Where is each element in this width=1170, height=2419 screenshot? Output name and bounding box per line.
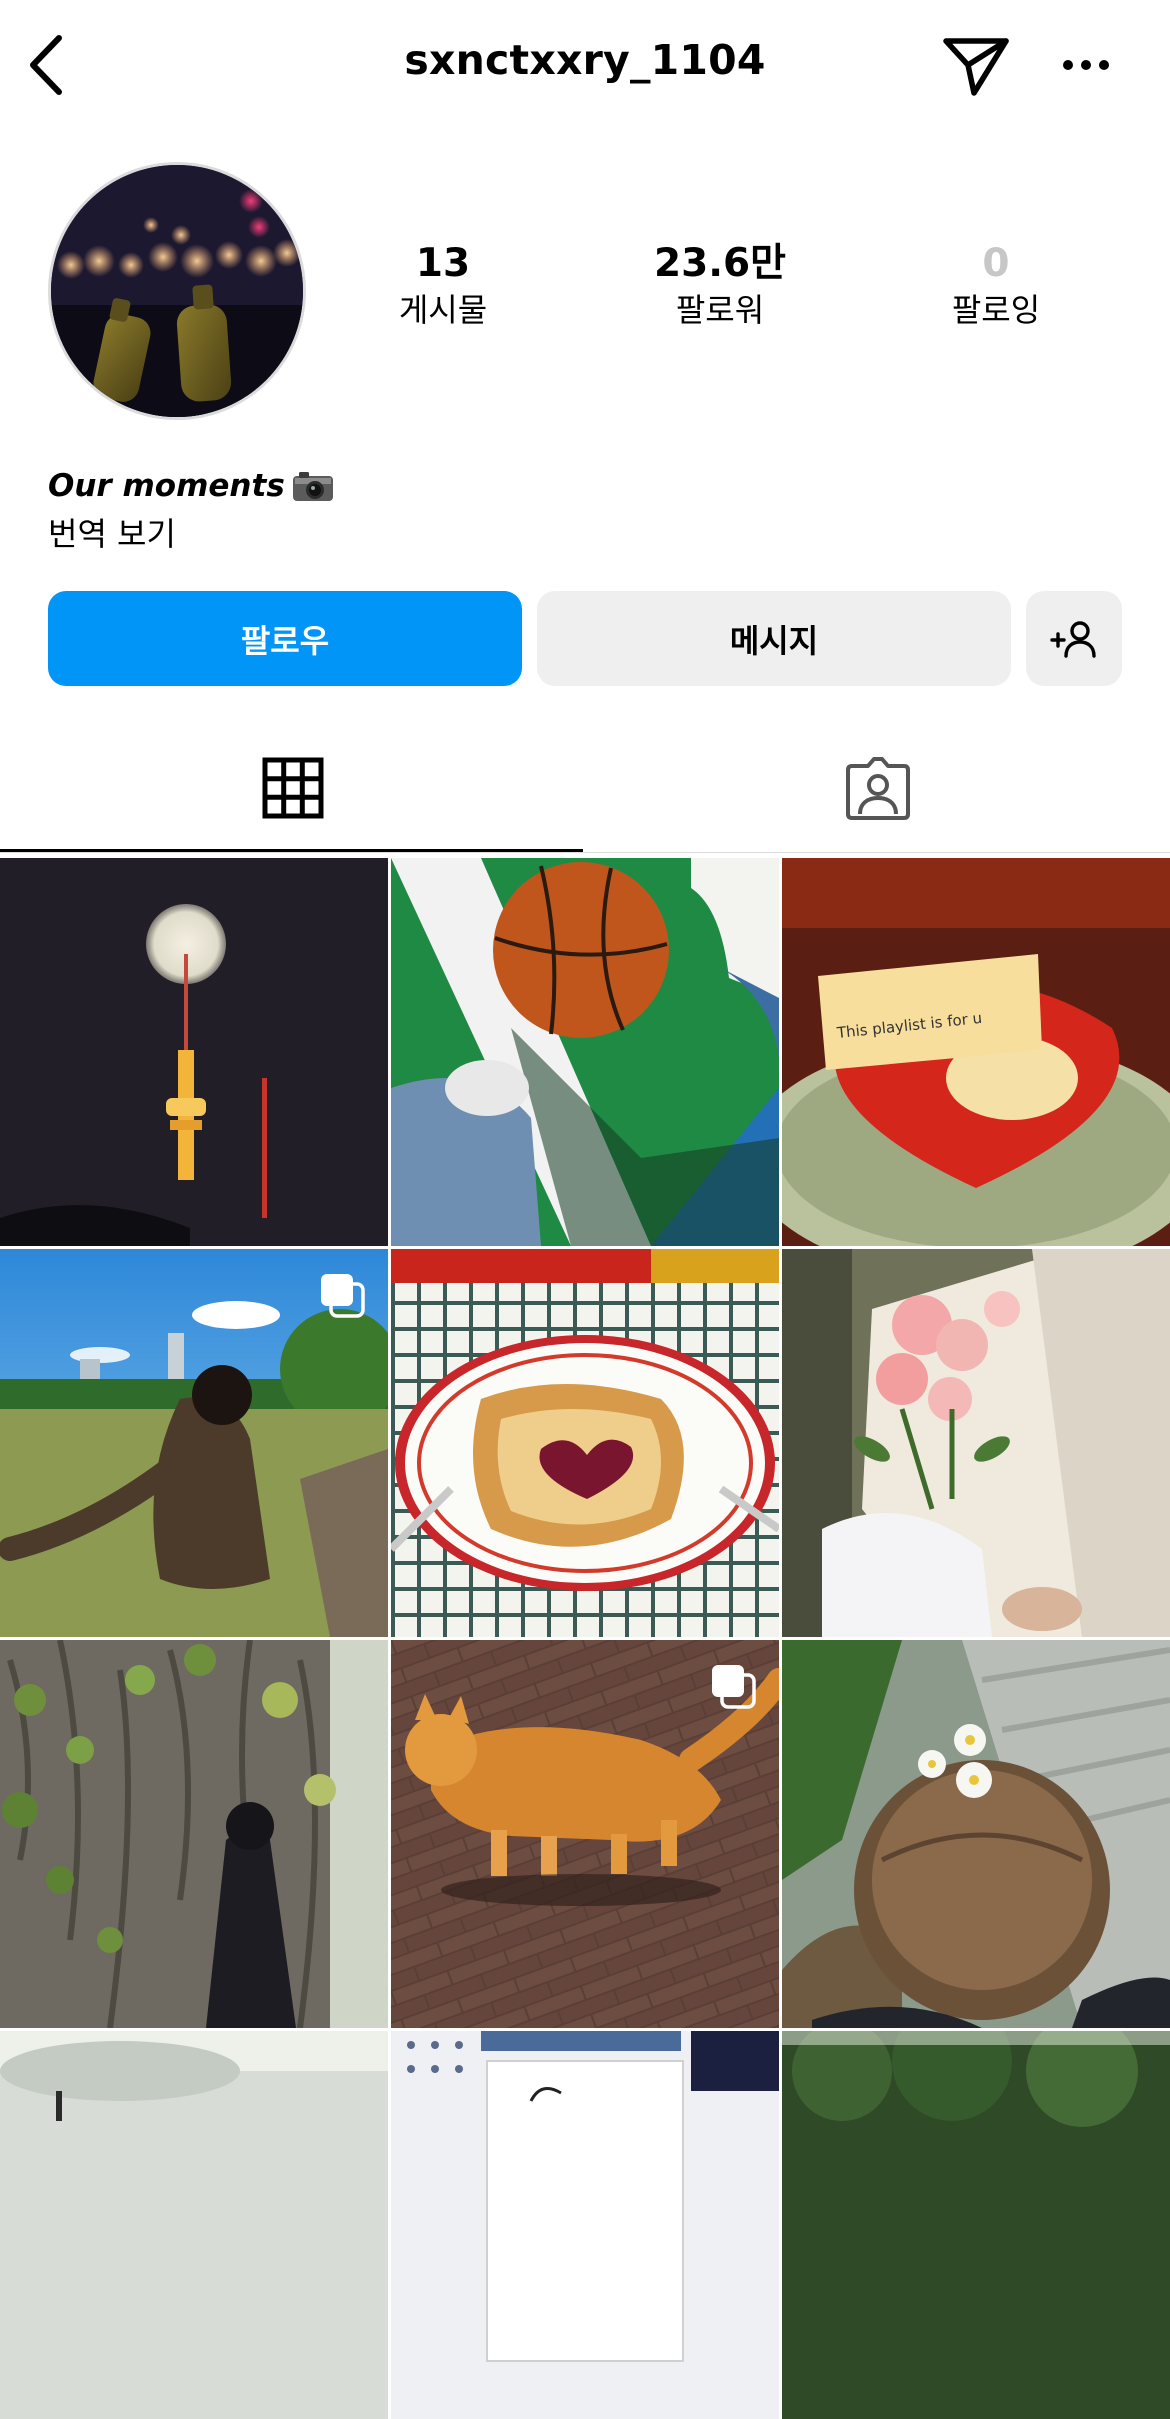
multiple-photos-icon	[712, 1665, 756, 1709]
post-image	[0, 858, 388, 1246]
post-thumbnail[interactable]	[391, 1640, 779, 2028]
post-image	[782, 2031, 1170, 2419]
posts-count-label: 게시물	[398, 291, 488, 329]
send-message-button[interactable]	[938, 30, 1014, 102]
post-image	[782, 1249, 1170, 1637]
tagged-person-icon	[845, 756, 910, 820]
post-thumbnail[interactable]	[0, 858, 388, 1246]
post-thumbnail[interactable]	[782, 1249, 1170, 1637]
post-image: This playlist is for u	[782, 858, 1170, 1246]
profile-tabs	[0, 720, 1170, 855]
more-options-button[interactable]	[1056, 40, 1116, 90]
post-image	[0, 1640, 388, 2028]
post-thumbnail[interactable]: This playlist is for u	[782, 858, 1170, 1246]
top-bar: sxnctxxry_1104	[0, 0, 1170, 132]
followers-count-label: 팔로워	[675, 291, 765, 329]
paper-plane-icon	[943, 38, 1009, 96]
post-thumbnail[interactable]	[0, 1640, 388, 2028]
see-translation-link[interactable]: 번역 보기	[48, 512, 335, 556]
following-count[interactable]: 0 팔로잉	[876, 240, 1116, 330]
post-image	[0, 2031, 388, 2419]
post-thumbnail[interactable]	[391, 2031, 779, 2419]
post-image	[391, 858, 779, 1246]
profile-bio: Our moments 번역 보기	[48, 462, 335, 556]
more-dots-icon	[1063, 60, 1109, 70]
post-image	[782, 1640, 1170, 2028]
followers-count[interactable]: 23.6만 팔로워	[600, 240, 840, 330]
grid-icon	[262, 757, 323, 818]
suggested-accounts-button[interactable]	[1026, 591, 1122, 686]
following-count-label: 팔로잉	[951, 291, 1041, 329]
post-image	[391, 2031, 779, 2419]
post-thumbnail[interactable]	[391, 858, 779, 1246]
posts-count[interactable]: 13 게시물	[323, 240, 563, 330]
following-count-value: 0	[982, 241, 1010, 286]
post-thumbnail[interactable]	[782, 2031, 1170, 2419]
multiple-photos-icon	[321, 1274, 365, 1318]
tab-posts-grid[interactable]	[0, 720, 585, 855]
post-thumbnail[interactable]	[0, 1249, 388, 1637]
profile-avatar[interactable]	[48, 162, 306, 420]
add-person-icon	[1050, 620, 1096, 658]
post-thumbnail[interactable]	[782, 1640, 1170, 2028]
avatar-photo	[51, 165, 303, 417]
posts-count-value: 13	[415, 241, 471, 286]
post-thumbnail[interactable]	[391, 1249, 779, 1637]
post-image	[391, 1249, 779, 1637]
tab-divider	[0, 852, 1170, 853]
message-button[interactable]: 메시지	[537, 591, 1011, 686]
tab-tagged[interactable]	[585, 720, 1170, 855]
bio-text: Our moments	[48, 468, 285, 504]
camera-icon	[292, 472, 333, 501]
bio-text-line: Our moments	[48, 462, 335, 510]
followers-count-value: 23.6만	[653, 241, 787, 286]
follow-button[interactable]: 팔로우	[48, 591, 522, 686]
post-thumbnail[interactable]	[0, 2031, 388, 2419]
